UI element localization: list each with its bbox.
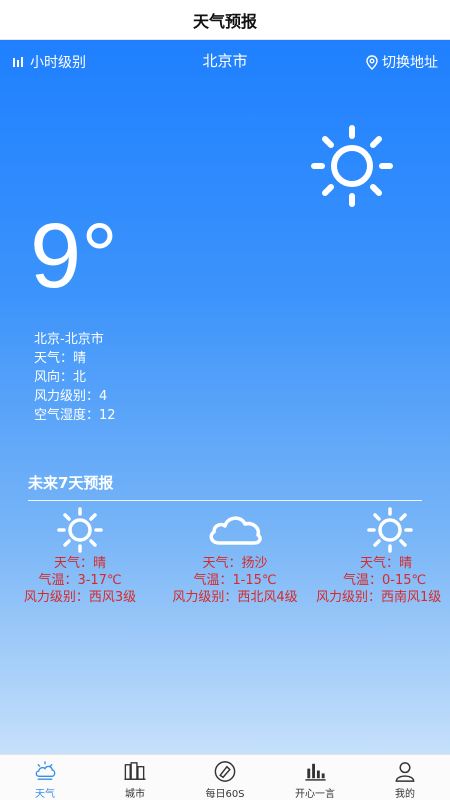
forecast-day: 天气：晴 气温：3-17℃ 风力级别：西风3级 bbox=[0, 505, 160, 606]
divider bbox=[28, 500, 422, 501]
humidity-text: 空气湿度：12 bbox=[34, 408, 116, 423]
tab-weather[interactable]: 天气 bbox=[0, 755, 90, 800]
page-title: 天气预报 bbox=[192, 11, 257, 31]
forecast-wind: 风力级别：西风3级 bbox=[23, 590, 137, 605]
sun-icon bbox=[311, 125, 393, 207]
forecast-weather: 天气：晴 bbox=[360, 556, 413, 571]
forecast-title: 未来7天预报 bbox=[28, 474, 114, 492]
switch-address-label: 切换地址 bbox=[382, 55, 438, 71]
location-pin-icon bbox=[366, 54, 378, 70]
news-icon bbox=[214, 761, 236, 782]
top-row: 小时级别 北京市 切换地址 bbox=[0, 50, 450, 74]
city-name: 北京市 bbox=[202, 52, 248, 70]
forecast-day: 天气：晴 气温：0-15℃ 风力级别：西南风1级 bbox=[310, 505, 450, 606]
sun-icon bbox=[367, 507, 413, 553]
bottom-tab-bar: 天气 城市 每日60S 开心一言 我的 bbox=[0, 754, 450, 800]
switch-address-button[interactable]: 切换地址 bbox=[366, 52, 438, 72]
title-bar: 天气预报 bbox=[0, 0, 450, 40]
forecast-wind: 风力级别：西北风4级 bbox=[172, 590, 298, 605]
wind-direction-text: 风向：北 bbox=[34, 370, 87, 385]
location-text: 北京-北京市 bbox=[34, 332, 104, 347]
forecast-wind: 风力级别：西南风1级 bbox=[316, 590, 442, 605]
chart-icon bbox=[305, 763, 326, 781]
user-icon bbox=[395, 762, 415, 782]
weather-text: 天气：晴 bbox=[34, 351, 87, 366]
tab-city[interactable]: 城市 bbox=[90, 755, 180, 800]
tab-happy-quote[interactable]: 开心一言 bbox=[270, 755, 360, 800]
wind-level-text: 风力级别：4 bbox=[34, 389, 108, 404]
weather-panel: 小时级别 北京市 切换地址 9° 北京-北京市 天气：晴 风向：北 风力级别：4… bbox=[0, 40, 450, 754]
bars-icon bbox=[13, 57, 23, 67]
tab-label: 开心一言 bbox=[295, 789, 335, 800]
tab-mine[interactable]: 我的 bbox=[360, 755, 450, 800]
forecast-day: 天气：扬沙 气温：1-15℃ 风力级别：西北风4级 bbox=[155, 505, 315, 606]
tab-label: 每日60S bbox=[205, 789, 245, 800]
sun-icon bbox=[57, 507, 103, 553]
forecast-weather: 天气：扬沙 bbox=[202, 556, 268, 571]
tab-daily-60s[interactable]: 每日60S bbox=[180, 755, 270, 800]
forecast-temp: 气温：0-15℃ bbox=[343, 573, 427, 588]
hourly-level-label: 小时级别 bbox=[30, 55, 86, 71]
cloud-icon bbox=[209, 516, 262, 545]
city-icon bbox=[124, 762, 146, 780]
tab-label: 天气 bbox=[35, 789, 55, 800]
weather-icon bbox=[35, 761, 56, 780]
tab-label: 城市 bbox=[125, 789, 145, 800]
tab-label: 我的 bbox=[395, 789, 415, 800]
forecast-temp: 气温：1-15℃ bbox=[193, 573, 277, 588]
forecast-weather: 天气：晴 bbox=[53, 556, 106, 571]
forecast-temp: 气温：3-17℃ bbox=[38, 573, 122, 588]
current-details: 北京-北京市 天气：晴 风向：北 风力级别：4 空气湿度：12 bbox=[34, 330, 116, 425]
current-temperature: 9° bbox=[30, 205, 118, 307]
hourly-level-button[interactable]: 小时级别 bbox=[12, 52, 86, 72]
